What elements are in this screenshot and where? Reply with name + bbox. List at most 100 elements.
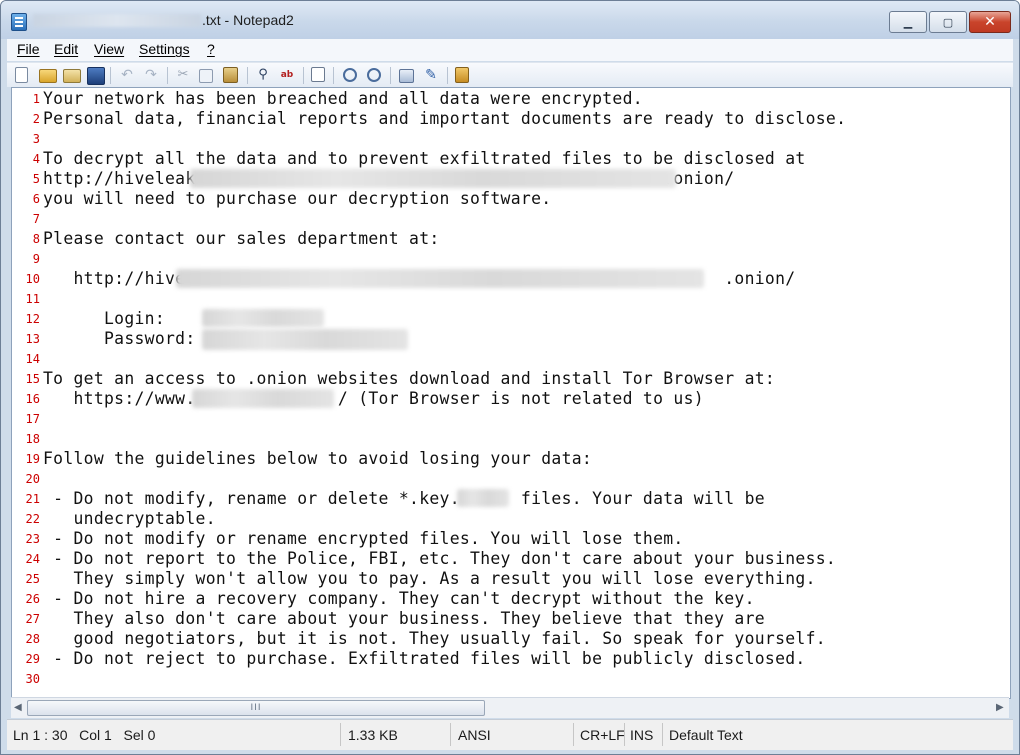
line-number: 28 (25, 632, 40, 646)
line-number: 15 (25, 372, 40, 386)
line-number: 30 (25, 672, 40, 686)
editor-line[interactable]: https://www. / (Tor Browser is not relat… (43, 389, 704, 408)
browse-icon[interactable] (63, 69, 81, 83)
password-redaction (202, 329, 408, 350)
status-bar: Ln 1 : 30 Col 1 Sel 0 1.33 KB ANSI CR+LF… (7, 719, 1013, 750)
line-number: 1 (32, 92, 40, 106)
undo-icon[interactable]: ↶ (119, 67, 135, 83)
status-insert-mode[interactable]: INS (630, 727, 653, 743)
line-number: 3 (32, 132, 40, 146)
find-icon[interactable]: ⚲ (255, 67, 271, 83)
toolbar: ↶ ↷ ✂ ⚲ ab ✎ (7, 62, 1013, 87)
line-number: 6 (32, 192, 40, 206)
editor-line[interactable]: - Do not hire a recovery company. They c… (43, 589, 755, 608)
status-encoding[interactable]: ANSI (458, 727, 491, 743)
menu-view[interactable]: View (94, 41, 124, 57)
scroll-right-arrow-icon[interactable]: ▶ (996, 702, 1004, 713)
editor-line[interactable]: - Do not reject to purchase. Exfiltrated… (43, 649, 806, 668)
editor-line[interactable]: Login: (43, 309, 165, 328)
exit-icon[interactable] (455, 67, 469, 83)
editor-line[interactable]: Personal data, financial reports and imp… (43, 109, 846, 128)
line-number: 16 (25, 392, 40, 406)
status-file-size: 1.33 KB (348, 727, 398, 743)
cut-icon[interactable]: ✂ (175, 67, 191, 83)
editor-line[interactable]: - Do not modify or rename encrypted file… (43, 529, 684, 548)
line-number: 13 (25, 332, 40, 346)
line-number: 9 (32, 252, 40, 266)
menu-bar: File Edit View Settings ? (7, 39, 1013, 61)
editor-line[interactable]: To decrypt all the data and to prevent e… (43, 149, 806, 168)
line-number: 8 (32, 232, 40, 246)
line-number: 20 (25, 472, 40, 486)
line-number: 21 (25, 492, 40, 506)
line-number: 14 (25, 352, 40, 366)
editor-line[interactable]: Follow the guidelines below to avoid los… (43, 449, 592, 468)
editor-line[interactable]: you will need to purchase our decryption… (43, 189, 551, 208)
menu-edit[interactable]: Edit (54, 41, 78, 57)
line-number: 2 (32, 112, 40, 126)
zoom-out-icon[interactable] (367, 68, 381, 82)
line-number: 26 (25, 592, 40, 606)
line-number: 18 (25, 432, 40, 446)
key-extension-redaction (457, 489, 509, 507)
status-line-ending[interactable]: CR+LF (580, 727, 625, 743)
line-number: 4 (32, 152, 40, 166)
open-icon[interactable] (39, 69, 57, 83)
horizontal-scrollbar[interactable]: ◀ III ▶ (11, 697, 1009, 718)
status-position: Ln 1 : 30 Col 1 Sel 0 (13, 727, 156, 743)
paste-icon[interactable] (223, 67, 238, 83)
line-number: 22 (25, 512, 40, 526)
copy-icon[interactable] (199, 69, 213, 83)
menu-file[interactable]: File (17, 41, 40, 57)
line-number: 10 (25, 272, 40, 286)
login-redaction (202, 309, 324, 327)
editor-line[interactable]: Please contact our sales department at: (43, 229, 440, 248)
new-icon[interactable] (15, 67, 28, 83)
title-filename-redaction (33, 14, 201, 27)
onion-url-redaction (190, 169, 676, 188)
menu-settings[interactable]: Settings (139, 41, 190, 57)
line-number: 12 (25, 312, 40, 326)
line-number: 11 (25, 292, 40, 306)
customize-icon[interactable]: ✎ (423, 67, 439, 83)
scroll-left-arrow-icon[interactable]: ◀ (14, 702, 22, 713)
title-bar[interactable]: .txt - Notepad2 ▁ ▢ ✕ (1, 1, 1019, 39)
editor-line[interactable]: Password: (43, 329, 196, 348)
menu-help[interactable]: ? (207, 41, 215, 57)
editor-line[interactable]: They also don't care about your business… (43, 609, 765, 628)
line-number: 5 (32, 172, 40, 186)
maximize-button[interactable]: ▢ (929, 11, 967, 33)
editor-line[interactable]: To get an access to .onion websites down… (43, 369, 775, 388)
scheme-icon[interactable] (399, 69, 414, 83)
window-title: .txt - Notepad2 (202, 12, 294, 28)
line-number: 29 (25, 652, 40, 666)
line-number: 7 (32, 212, 40, 226)
minimize-button[interactable]: ▁ (889, 11, 927, 33)
editor-line[interactable]: - Do not report to the Police, FBI, etc.… (43, 549, 836, 568)
line-number: 23 (25, 532, 40, 546)
redo-icon[interactable]: ↷ (143, 67, 159, 83)
line-number: 19 (25, 452, 40, 466)
notepad-app-icon[interactable] (11, 13, 27, 31)
contact-url-redaction (176, 269, 704, 288)
editor-area[interactable]: 1 Your network has been breached and all … (11, 87, 1011, 699)
close-button[interactable]: ✕ (969, 11, 1011, 33)
line-number: 27 (25, 612, 40, 626)
editor-line[interactable]: Your network has been breached and all d… (43, 89, 643, 108)
scrollbar-thumb[interactable]: III (27, 700, 485, 716)
editor-line[interactable]: good negotiators, but it is not. They us… (43, 629, 826, 648)
notepad2-window: .txt - Notepad2 ▁ ▢ ✕ File Edit View Set… (0, 0, 1020, 755)
save-icon[interactable] (87, 67, 105, 85)
editor-line[interactable]: undecryptable. (43, 509, 216, 528)
tor-url-redaction (192, 389, 334, 408)
status-scheme[interactable]: Default Text (669, 727, 743, 743)
line-number: 17 (25, 412, 40, 426)
zoom-in-icon[interactable] (343, 68, 357, 82)
line-number: 24 (25, 552, 40, 566)
editor-line[interactable]: - Do not modify, rename or delete *.key.… (43, 489, 765, 508)
line-number: 25 (25, 572, 40, 586)
scrollbar-grip: III (250, 703, 262, 713)
replace-icon[interactable]: ab (279, 67, 295, 83)
editor-line[interactable]: They simply won't allow you to pay. As a… (43, 569, 816, 588)
word-wrap-icon[interactable] (311, 67, 325, 82)
